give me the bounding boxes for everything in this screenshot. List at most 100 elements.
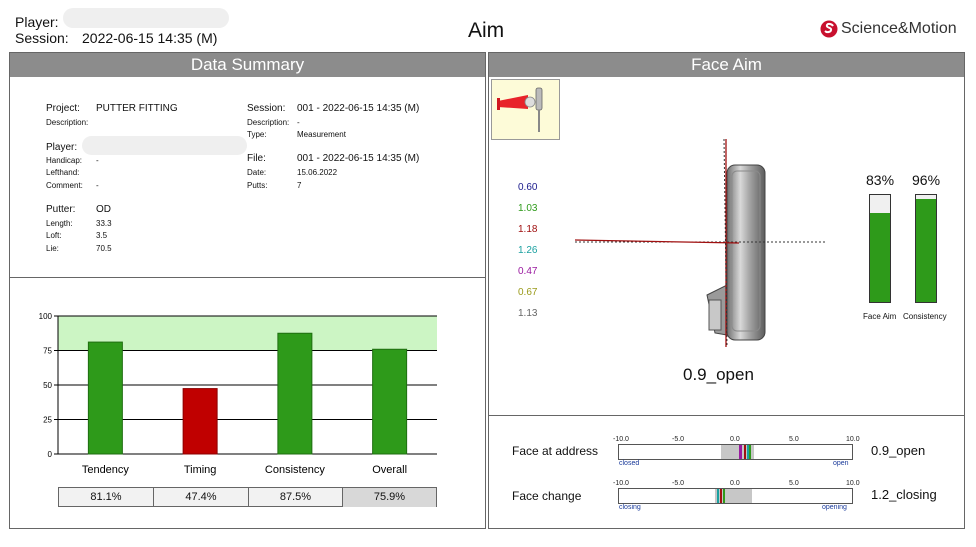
comment-label: Comment:	[46, 181, 83, 190]
summary-divider	[10, 277, 485, 278]
file-value: 001 - 2022-06-15 14:35 (M)	[297, 153, 420, 164]
consistency-gauge-label: Consistency	[903, 312, 947, 321]
putt-value-6: 0.67	[518, 287, 538, 298]
chart-ytick-100: 100	[39, 312, 53, 321]
date-value: 15.06.2022	[297, 168, 338, 177]
face-change-value: 1.2_closing	[871, 487, 937, 502]
length-label: Length:	[46, 219, 73, 228]
player-info-label: Player:	[46, 142, 78, 153]
change-tick-0: 0.0	[730, 480, 740, 487]
face-aim-panel: Face Aim 0.60 1.03 1.18 1.26 0.47 0.67 1…	[488, 52, 965, 529]
consistency-gauge	[915, 194, 937, 303]
address-tick-mark-4	[749, 445, 751, 459]
address-tick-0: 0.0	[730, 436, 740, 443]
change-tick-5: 5.0	[789, 480, 799, 487]
consistency-gauge-fill	[916, 199, 936, 302]
address-tick-neg10: -10.0	[613, 436, 629, 443]
data-summary-title: Data Summary	[10, 53, 485, 77]
change-tick-mark-1	[717, 489, 719, 503]
putts-label: Putts:	[247, 181, 268, 190]
description-label: Description:	[46, 118, 89, 127]
face-change-label: Face change	[512, 489, 582, 503]
project-value: PUTTER FITTING	[96, 103, 178, 114]
chart-bar-timing	[182, 388, 218, 455]
aim-thumbnail-icon	[491, 79, 560, 140]
chart-bar-overall	[372, 348, 408, 455]
brand-logo: Science&Motion	[820, 20, 957, 38]
address-tick-marks	[739, 445, 742, 459]
face-aim-result: 0.9_open	[683, 365, 754, 384]
face-aim-divider	[489, 415, 964, 416]
face-aim-gauge-fill	[870, 213, 890, 302]
brand-name: Science&Motion	[841, 20, 957, 37]
lie-value: 70.5	[96, 244, 112, 253]
consistency-pct: 96%	[912, 172, 941, 188]
type-value: Measurement	[297, 130, 346, 139]
change-closing-label: closing	[619, 504, 641, 511]
player-name-redacted	[63, 8, 229, 28]
page-title: Aim	[468, 19, 505, 42]
session-value: 2022-06-15 14:35 (M)	[82, 30, 218, 46]
loft-value: 3.5	[96, 231, 108, 240]
consistency-value: 87.5%	[249, 488, 343, 507]
chart-ytick-50: 50	[43, 381, 52, 390]
chart-bar-tendency	[87, 341, 123, 455]
chart-category-overall: Overall	[372, 464, 407, 476]
chart-ytick-25: 25	[43, 416, 52, 425]
chart-ytick-0: 0	[48, 450, 53, 459]
chart-category-timing: Timing	[184, 464, 217, 476]
face-change-scale	[618, 488, 853, 504]
handicap-label: Handicap:	[46, 156, 83, 165]
tendency-value: 81.1%	[59, 488, 154, 507]
putt-value-4: 1.26	[518, 245, 538, 256]
timing-value: 47.4%	[154, 488, 249, 507]
change-tick-mark-3	[723, 489, 725, 503]
loft-label: Loft:	[46, 231, 62, 240]
face-at-address-value: 0.9_open	[871, 443, 926, 458]
summary-values-row: 81.1% 47.4% 87.5% 75.9%	[58, 487, 437, 507]
comment-value: -	[96, 181, 99, 190]
change-opening-label: opening	[822, 504, 847, 511]
type-label: Type:	[247, 130, 267, 139]
chart-category-consistency: Consistency	[265, 464, 325, 476]
lie-label: Lie:	[46, 244, 59, 253]
session-label: Session:	[15, 30, 69, 46]
putts-value: 7	[297, 181, 302, 190]
change-tick-10: 10.0	[846, 480, 860, 487]
chart-category-tendency: Tendency	[82, 464, 130, 476]
face-aim-pct: 83%	[866, 172, 895, 188]
face-at-address-label: Face at address	[512, 444, 599, 458]
address-open-label: open	[833, 460, 849, 467]
face-aim-gauge	[869, 194, 891, 303]
change-tick-neg10: -10.0	[613, 480, 629, 487]
change-tick-mark-2	[720, 489, 722, 503]
player-label: Player:	[15, 14, 59, 30]
putter-label: Putter:	[46, 204, 76, 215]
chart-ytick-75: 75	[43, 347, 52, 356]
address-closed-label: closed	[619, 460, 640, 467]
face-aim-gauge-label: Face Aim	[863, 312, 897, 321]
change-tick-neg5: -5.0	[672, 480, 685, 487]
address-tick-5: 5.0	[789, 436, 799, 443]
putt-value-7: 1.13	[518, 308, 538, 319]
face-aim-title: Face Aim	[489, 53, 964, 77]
data-summary-panel: Data Summary Project: PUTTER FITTING Des…	[9, 52, 486, 529]
putt-value-5: 0.47	[518, 266, 538, 277]
project-label: Project:	[46, 103, 80, 114]
session-description-value: -	[297, 118, 300, 127]
putt-value-1: 0.60	[518, 182, 538, 193]
address-tick-mark-2	[744, 445, 746, 459]
session-info-value: 001 - 2022-06-15 14:35 (M)	[297, 103, 420, 114]
face-at-address-scale	[618, 444, 853, 460]
putter-aim-illustration	[574, 138, 825, 348]
file-label: File:	[247, 153, 266, 164]
player-info-redacted	[82, 136, 247, 155]
chart-bar-consistency	[277, 332, 313, 455]
putt-value-3: 1.18	[518, 224, 538, 235]
session-description-label: Description:	[247, 118, 290, 127]
lefthand-label: Lefthand:	[46, 168, 80, 177]
overall-value: 75.9%	[343, 488, 436, 507]
putter-value: OD	[96, 204, 111, 215]
address-tick-10: 10.0	[846, 436, 860, 443]
brand-logo-icon	[820, 20, 838, 38]
